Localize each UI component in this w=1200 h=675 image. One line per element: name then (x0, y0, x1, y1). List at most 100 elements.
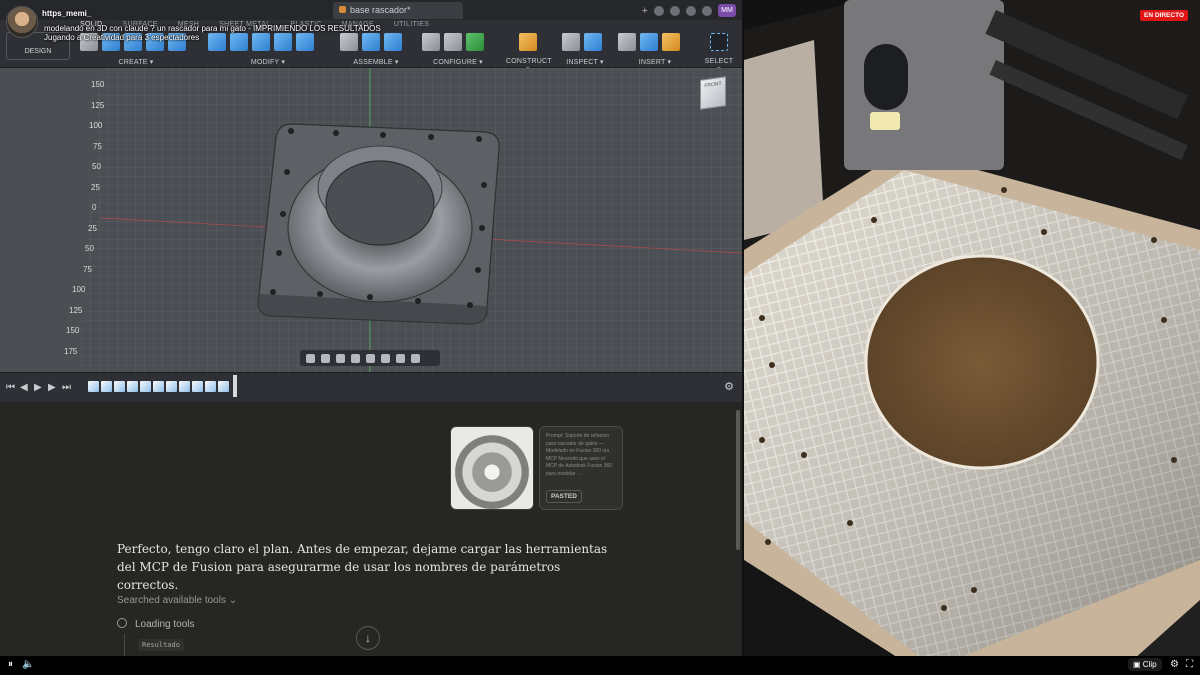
notifications-icon[interactable] (686, 5, 696, 16)
search-icon (117, 618, 127, 628)
attached-image-thumbnail[interactable] (450, 426, 534, 510)
online-icon[interactable] (670, 5, 680, 16)
timeline-features[interactable] (88, 379, 229, 395)
fit-icon[interactable] (366, 353, 375, 363)
settings-gear-icon[interactable]: ⚙ (1170, 659, 1179, 670)
timeline-feature-icon[interactable] (114, 381, 125, 392)
model-bore (325, 160, 435, 246)
pasted-content-card[interactable]: Prompt: Soporte de refuerzo para rascado… (539, 426, 623, 510)
help-icon[interactable] (702, 5, 712, 16)
insert-mcmaster-icon[interactable] (662, 33, 680, 51)
interference-icon[interactable] (584, 33, 602, 51)
pan-icon[interactable] (336, 353, 345, 363)
construct-group[interactable]: CONSTRUCT ▾ (506, 33, 552, 73)
as-built-joint-icon[interactable] (384, 33, 402, 51)
video-player-controls: ⏸ 🔈 ▣ Clip ⚙ ⛶ (0, 656, 1200, 675)
viewports-icon[interactable] (411, 353, 420, 363)
timeline-feature-icon[interactable] (179, 381, 190, 392)
ruler-tick: 25 (88, 224, 97, 233)
searched-tools-toggle[interactable]: Searched available tools ⌄ (117, 595, 237, 606)
insert-derive-icon[interactable] (618, 33, 636, 51)
ruler-tick: 0 (92, 203, 97, 212)
ruler-tick: 175 (64, 347, 78, 356)
configure-icon[interactable] (422, 33, 440, 51)
timeline-marker[interactable] (233, 375, 237, 397)
navigation-bar (300, 350, 440, 366)
printed-part-hole (864, 254, 1100, 470)
ruler-tick: 50 (92, 162, 101, 171)
timeline-feature-icon[interactable] (88, 381, 99, 392)
claude-chat-panel: Prompt: Soporte de refuerzo para rascado… (0, 402, 742, 658)
select-icon[interactable] (710, 33, 728, 51)
timeline-feature-icon[interactable] (127, 381, 138, 392)
window-icons: + MM (642, 4, 736, 17)
look-at-icon[interactable] (321, 353, 330, 363)
loading-tools-label: Loading tools (135, 619, 195, 630)
new-tab-icon[interactable]: + (642, 5, 648, 16)
stream-category: Jugando a Creatividad para 3 espectadore… (44, 33, 200, 42)
scroll-down-button[interactable]: ↓ (356, 626, 380, 650)
model-canvas[interactable] (0, 68, 742, 372)
timeline-feature-icon[interactable] (205, 381, 216, 392)
volume-icon[interactable]: 🔈 (22, 659, 34, 670)
ruler-tick: 125 (91, 101, 105, 110)
configure-group[interactable]: CONFIGURE ▾ (422, 33, 494, 67)
create-menu-label[interactable]: CREATE ▾ (80, 58, 192, 66)
joint-icon[interactable] (362, 33, 380, 51)
timeline-settings-gear-icon[interactable]: ⚙ (724, 380, 734, 393)
loading-tools-row: Loading tools (117, 618, 195, 630)
offset-plane-icon[interactable] (519, 33, 537, 51)
3d-viewport[interactable]: 150 125 100 75 50 25 0 25 50 75 100 125 … (0, 68, 742, 372)
user-avatar[interactable]: MM (718, 4, 736, 17)
ruler-tick: 75 (93, 142, 102, 151)
chat-scrollbar[interactable] (736, 410, 740, 550)
go-to-end-icon[interactable]: ⏭ (62, 382, 71, 393)
inspect-menu-label[interactable]: INSPECT ▾ (562, 58, 608, 66)
timeline-feature-icon[interactable] (166, 381, 177, 392)
ruler-tick: 100 (72, 285, 86, 294)
insert-group[interactable]: INSERT ▾ (618, 33, 692, 67)
play-icon[interactable]: ▶ (34, 382, 42, 393)
pause-icon[interactable]: ⏸ (8, 659, 13, 670)
step-back-icon[interactable]: ◀ (20, 382, 28, 393)
pasted-content-preview: Prompt: Soporte de refuerzo para rascado… (546, 433, 613, 477)
document-tab[interactable]: base rascador* (333, 2, 463, 19)
go-to-start-icon[interactable]: ⏮ (6, 382, 15, 393)
configurations-icon[interactable] (466, 33, 484, 51)
tab-utilities[interactable]: UTILITIES (384, 20, 439, 32)
clip-button[interactable]: ▣ Clip (1128, 658, 1162, 671)
live-badge: EN DIRECTO (1140, 10, 1188, 21)
zoom-icon[interactable] (351, 353, 360, 363)
timeline-feature-icon[interactable] (192, 381, 203, 392)
ruler-tick: 50 (85, 244, 94, 253)
timeline-feature-icon[interactable] (101, 381, 112, 392)
extensions-icon[interactable] (654, 5, 664, 16)
viewcube[interactable]: FRONT (700, 76, 726, 110)
modify-menu-label[interactable]: MODIFY ▾ (208, 58, 328, 66)
timeline-feature-icon[interactable] (218, 381, 229, 392)
display-settings-icon[interactable] (381, 353, 390, 363)
streamer-name[interactable]: https_memi_ (42, 9, 91, 18)
select-group[interactable]: SELECT ▾ (702, 33, 736, 73)
step-forward-icon[interactable]: ▶ (48, 382, 56, 393)
clip-button-label: Clip (1142, 660, 1157, 669)
assemble-group[interactable]: ASSEMBLE ▾ (340, 33, 412, 67)
ruler-tick: 100 (89, 121, 103, 130)
timeline-feature-icon[interactable] (140, 381, 151, 392)
parameters-table-icon[interactable] (444, 33, 462, 51)
insert-menu-label[interactable]: INSERT ▾ (618, 58, 692, 66)
stream-title: modelando en 3D con claude ? un rascador… (44, 24, 381, 33)
insert-canvas-icon[interactable] (640, 33, 658, 51)
configure-menu-label[interactable]: CONFIGURE ▾ (422, 58, 494, 66)
fusion-window: base rascador* + MM SOLID SURFACE MESH S… (0, 0, 742, 402)
streamer-avatar[interactable] (6, 6, 38, 38)
orbit-icon[interactable] (306, 353, 315, 363)
timeline-feature-icon[interactable] (153, 381, 164, 392)
assemble-menu-label[interactable]: ASSEMBLE ▾ (340, 58, 412, 66)
tool-tree-line (124, 634, 125, 658)
grid-settings-icon[interactable] (396, 353, 405, 363)
result-chip[interactable]: Resultado (138, 639, 184, 651)
measure-icon[interactable] (562, 33, 580, 51)
inspect-group[interactable]: INSPECT ▾ (562, 33, 608, 67)
fullscreen-icon[interactable]: ⛶ (1186, 659, 1193, 670)
